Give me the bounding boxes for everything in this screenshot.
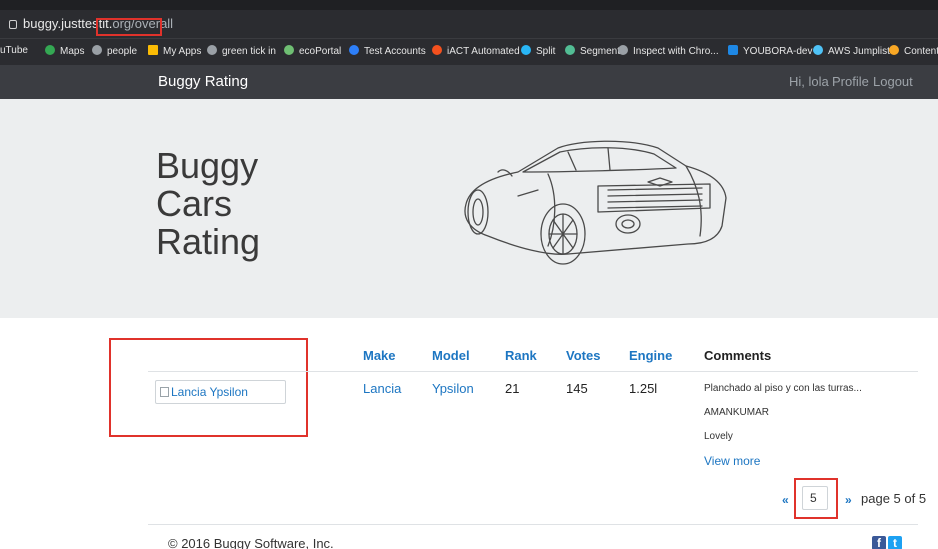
cell-engine: 1.25l	[629, 381, 658, 396]
copyright-text: © 2016 Buggy Software, Inc.	[168, 536, 334, 549]
comment-item: Lovely	[704, 431, 733, 442]
table-header-divider	[148, 371, 918, 372]
comment-item: AMANKUMAR	[704, 407, 770, 418]
facebook-icon[interactable]: f	[872, 536, 886, 549]
page-root: buggy.justtestit.org/overall uTube Maps …	[0, 0, 938, 549]
url-annotation-box	[96, 18, 162, 36]
hero-title-line-2: Cars	[156, 183, 233, 224]
column-header-engine[interactable]: Engine	[629, 348, 672, 363]
ecoportal-icon	[284, 45, 294, 55]
cell-make-link[interactable]: Lancia	[363, 381, 401, 396]
aws-icon	[813, 45, 823, 55]
jira-icon	[349, 45, 359, 55]
apps-grid-icon	[148, 45, 158, 55]
iact-icon	[432, 45, 442, 55]
greeting-text: Hi, lola	[789, 74, 829, 89]
bookmark-ecoportal[interactable]: ecoPortal	[284, 45, 341, 57]
split-icon	[521, 45, 531, 55]
globe-icon	[207, 45, 217, 55]
twitter-icon[interactable]: t	[888, 536, 902, 549]
bookmark-maps[interactable]: Maps	[45, 45, 84, 57]
bookmark-my-apps[interactable]: My Apps	[148, 45, 201, 57]
broken-image-icon	[160, 387, 169, 397]
bookmark-test-accounts[interactable]: Test Accounts	[349, 45, 426, 57]
bookmark-aws-jumplist[interactable]: AWS Jumplist	[813, 45, 890, 57]
view-more-link[interactable]: View more	[704, 454, 760, 468]
cell-model-link[interactable]: Ypsilon	[432, 381, 474, 396]
hero-title: Buggy Cars Rating	[156, 147, 316, 261]
bookmark-people[interactable]: people	[92, 45, 137, 57]
page-count-label: page 5 of 5	[861, 491, 927, 506]
bookmark-youbora-dev[interactable]: YOUBORA-dev	[728, 45, 812, 57]
car-image-link[interactable]: Lancia Ypsilon	[155, 380, 286, 404]
column-header-votes[interactable]: Votes	[566, 348, 600, 363]
comment-item: Planchado al piso y con las turras...	[704, 383, 862, 394]
column-header-comments: Comments	[704, 348, 772, 363]
hero-title-line-1: Buggy	[156, 145, 259, 186]
car-image-alt-text: Lancia Ypsilon	[171, 385, 248, 399]
next-page-button[interactable]: »	[845, 493, 852, 507]
column-header-make[interactable]: Make	[363, 348, 396, 363]
youbora-icon	[728, 45, 738, 55]
cell-rank: 21	[505, 381, 520, 396]
lock-icon	[9, 20, 17, 29]
bookmark-green-tick[interactable]: green tick in	[207, 45, 276, 57]
segment-icon	[565, 45, 575, 55]
globe-icon	[92, 45, 102, 55]
bookmark-iact-automated[interactable]: iACT Automated	[432, 45, 520, 57]
bookmark-youtube[interactable]: uTube	[0, 45, 28, 56]
previous-page-button[interactable]: «	[782, 493, 789, 507]
bookmark-inspect[interactable]: Inspect with Chro...	[618, 45, 719, 57]
footer-divider	[148, 524, 918, 525]
cell-votes: 145	[566, 381, 588, 396]
bookmark-split[interactable]: Split	[521, 45, 555, 57]
brand-link[interactable]: Buggy Rating	[158, 73, 248, 90]
column-header-model[interactable]: Model	[432, 348, 470, 363]
hero-title-line-3: Rating	[156, 221, 261, 262]
browser-top-strip	[0, 0, 938, 10]
column-header-rank[interactable]: Rank	[505, 348, 537, 363]
globe-icon	[618, 45, 628, 55]
car-sketch-image	[464, 140, 727, 265]
content-icon	[889, 45, 899, 55]
profile-link[interactable]: Profile	[832, 74, 869, 89]
bookmark-segment[interactable]: Segment	[565, 45, 620, 57]
page-number-input[interactable]: 5	[802, 486, 828, 510]
bookmark-content[interactable]: Content	[889, 45, 938, 57]
maps-icon	[45, 45, 55, 55]
logout-link[interactable]: Logout	[873, 74, 913, 89]
